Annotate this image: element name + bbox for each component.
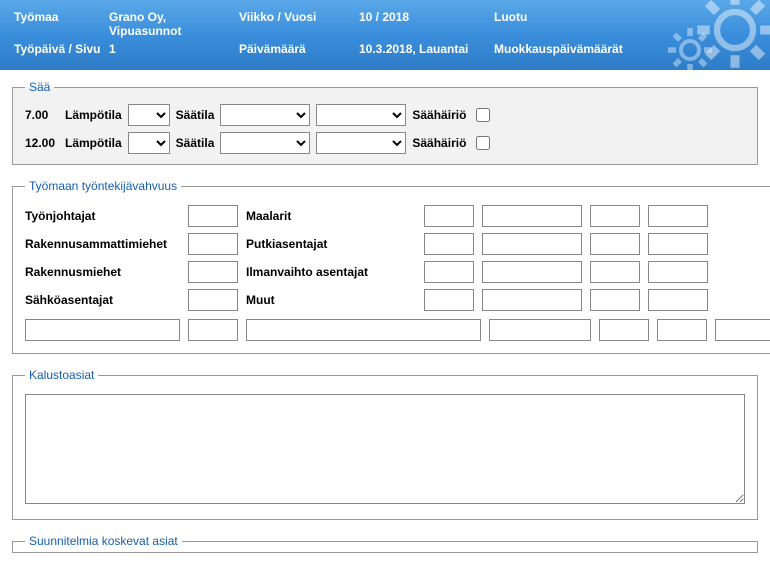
label-tyonjohtajat: Työnjohtajat [25,209,180,223]
input-muut[interactable] [424,289,474,311]
label-rakennusmiehet: Rakennusmiehet [25,265,180,279]
saa-disturb-check-1[interactable] [476,108,490,122]
header-row-2: Työpäivä / Sivu 1 Päivämäärä 10.3.2018, … [14,42,756,56]
input-footer-3[interactable] [246,319,481,341]
input-extra-r4b[interactable] [590,289,640,311]
input-sahkoasentajat[interactable] [188,289,238,311]
saa-weather-label-2: Säätila [176,136,215,150]
saa-weather-label-1: Säätila [176,108,215,122]
header-row-1: Työmaa Grano Oy, Vipuasunnot Viikko / Vu… [14,10,756,38]
value-viikko: 10 / 2018 [359,10,494,38]
input-footer-5[interactable] [599,319,649,341]
input-tyonjohtajat[interactable] [188,205,238,227]
label-sahkoasentajat: Sähköasentajat [25,293,180,307]
gear-small-icon [665,25,715,70]
saa-weather-select-1a[interactable] [220,104,310,126]
suunnitelma-legend: Suunnitelmia koskevat asiat [25,534,182,548]
saa-disturb-check-2[interactable] [476,136,490,150]
saa-row-700: 7.00 Lämpötila Säätila Säähäiriö [25,104,745,126]
saa-time-2: 12.00 [25,136,59,150]
label-rakennusammattimiehet: Rakennusammattimiehet [25,237,180,251]
value-tyomaa: Grano Oy, Vipuasunnot [109,10,239,38]
saa-weather-select-2a[interactable] [220,132,310,154]
tyontekija-legend: Työmaan työntekijävahvuus [25,179,181,193]
kalusto-legend: Kalustoasiat [25,368,98,382]
value-paivamaara: 10.3.2018, Lauantai [359,42,494,56]
input-footer-6[interactable] [657,319,707,341]
input-rakennusmiehet[interactable] [188,261,238,283]
label-muut: Muut [246,293,416,307]
input-extra-r1b[interactable] [590,205,640,227]
saa-fieldset: Sää 7.00 Lämpötila Säätila Säähäiriö 12.… [12,80,758,165]
input-footer-1[interactable] [25,319,180,341]
label-muokkaus: Muokkauspäivämäärät [494,42,623,56]
input-extra-r4a[interactable] [482,289,582,311]
input-footer-2[interactable] [188,319,238,341]
saa-disturb-label-2: Säähäiriö [412,136,466,150]
input-maalarit[interactable] [424,205,474,227]
input-ilmanvaihto[interactable] [424,261,474,283]
input-extra-r4c[interactable] [648,289,708,311]
input-extra-r1a[interactable] [482,205,582,227]
label-tyopaiva: Työpäivä / Sivu [14,42,109,56]
input-footer-4[interactable] [489,319,591,341]
label-putkiasentajat: Putkiasentajat [246,237,416,251]
saa-temp-label-2: Lämpötila [65,136,122,150]
label-viikko: Viikko / Vuosi [239,10,359,38]
saa-time-1: 7.00 [25,108,59,122]
suunnitelma-fieldset: Suunnitelmia koskevat asiat [12,534,758,553]
header-bar: Työmaa Grano Oy, Vipuasunnot Viikko / Vu… [0,0,770,70]
kalusto-fieldset: Kalustoasiat [12,368,758,520]
saa-temp-select-1[interactable] [128,104,170,126]
input-extra-r3b[interactable] [590,261,640,283]
saa-temp-select-2[interactable] [128,132,170,154]
input-extra-r2b[interactable] [590,233,640,255]
label-maalarit: Maalarit [246,209,416,223]
input-extra-r2a[interactable] [482,233,582,255]
label-tyomaa: Työmaa [14,10,109,38]
input-rakennusammattimiehet[interactable] [188,233,238,255]
saa-weather-select-2b[interactable] [316,132,406,154]
input-putkiasentajat[interactable] [424,233,474,255]
label-paivamaara: Päivämäärä [239,42,359,56]
value-tyopaiva: 1 [109,42,239,56]
input-extra-r3a[interactable] [482,261,582,283]
label-luotu: Luotu [494,10,527,38]
label-ilmanvaihto: Ilmanvaihto asentajat [246,265,416,279]
saa-temp-label-1: Lämpötila [65,108,122,122]
kalusto-textarea[interactable] [25,394,745,504]
input-extra-r2c[interactable] [648,233,708,255]
saa-weather-select-1b[interactable] [316,104,406,126]
input-extra-r3c[interactable] [648,261,708,283]
input-extra-r1c[interactable] [648,205,708,227]
input-footer-7[interactable] [715,319,770,341]
saa-row-1200: 12.00 Lämpötila Säätila Säähäiriö [25,132,745,154]
tyontekija-fieldset: Työmaan työntekijävahvuus Työnjohtajat M… [12,179,770,354]
saa-disturb-label-1: Säähäiriö [412,108,466,122]
saa-legend: Sää [25,80,54,94]
